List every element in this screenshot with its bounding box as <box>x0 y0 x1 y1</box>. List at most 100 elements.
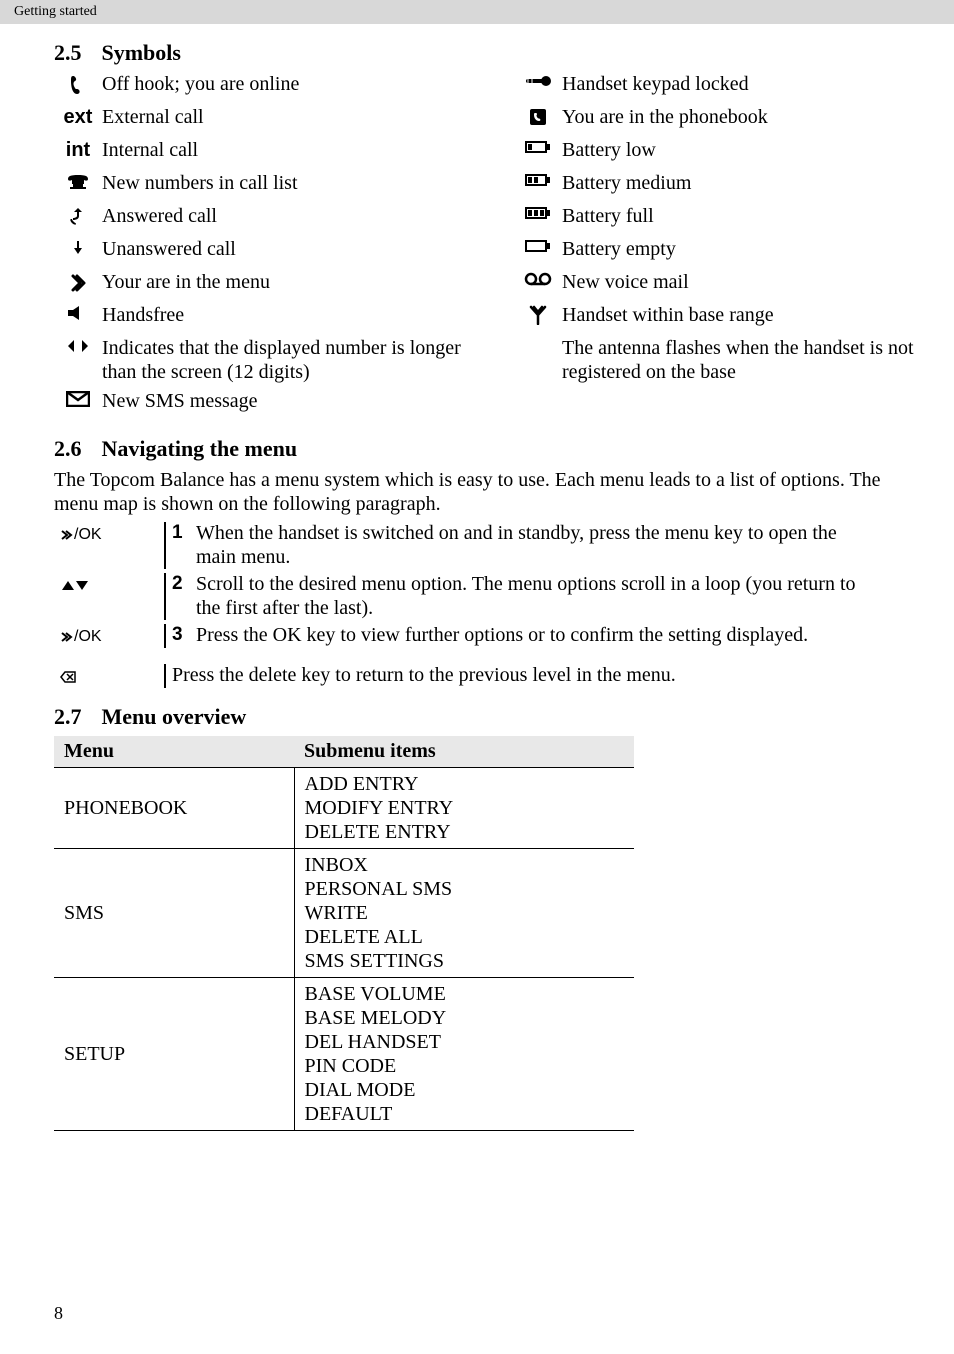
up-down-key <box>54 573 164 595</box>
section-number: 2.6 <box>54 436 82 462</box>
symbol-row: Battery full <box>514 204 914 232</box>
submenu-cell: ADD ENTRYMODIFY ENTRYDELETE ENTRY <box>294 767 634 848</box>
symbol-desc: Battery full <box>562 204 654 228</box>
battery-full-icon <box>514 204 562 220</box>
page-header: Getting started <box>0 0 954 24</box>
symbol-row: Battery empty <box>514 237 914 265</box>
symbols-right-column: Handset keypad locked You are in the pho… <box>514 72 914 422</box>
table-row: SETUPBASE VOLUMEBASE MELODYDEL HANDSETPI… <box>54 977 634 1130</box>
symbol-row: Your are in the menu <box>54 270 474 298</box>
breadcrumb: Getting started <box>14 4 97 19</box>
antenna-icon <box>514 303 562 325</box>
navigating-intro: The Topcom Balance has a menu system whi… <box>54 468 914 516</box>
symbol-desc: The antenna flashes when the handset is … <box>562 336 914 384</box>
section-title: Symbols <box>102 40 181 66</box>
symbol-desc: Answered call <box>102 204 217 228</box>
menu-overview-table: Menu Submenu items PHONEBOOKADD ENTRYMOD… <box>54 736 634 1131</box>
symbol-desc: Handset keypad locked <box>562 72 749 96</box>
symbol-row: Handset within base range <box>514 303 914 331</box>
table-header-menu: Menu <box>54 736 294 768</box>
symbol-desc: Your are in the menu <box>102 270 270 294</box>
step-text: When the handset is switched on and in s… <box>196 522 876 569</box>
scroll-arrows-icon <box>54 336 102 354</box>
section-head-navigating: 2.6 Navigating the menu <box>54 436 914 462</box>
voicemail-icon <box>514 270 562 286</box>
symbol-desc: New voice mail <box>562 270 689 294</box>
menu-ok-key: /OK <box>54 522 164 544</box>
navigation-steps: /OK 1 When the handset is switched on an… <box>54 522 914 688</box>
symbol-row: Handsfree <box>54 303 474 331</box>
symbol-row: ext External call <box>54 105 474 133</box>
symbol-desc: Unanswered call <box>102 237 236 261</box>
step-text: Scroll to the desired menu option. The m… <box>196 573 876 620</box>
symbol-row: Indicates that the displayed number is l… <box>54 336 474 384</box>
phonebook-icon <box>514 105 562 127</box>
symbols-left-column: Off hook; you are online ext External ca… <box>54 72 474 422</box>
new-numbers-icon <box>54 171 102 191</box>
symbol-row: Handset keypad locked <box>514 72 914 100</box>
menu-cell: SETUP <box>54 977 294 1130</box>
symbol-row: You are in the phonebook <box>514 105 914 133</box>
handsfree-icon <box>54 303 102 321</box>
symbol-row: New SMS message <box>54 389 474 417</box>
menu-cell: PHONEBOOK <box>54 767 294 848</box>
submenu-cell: INBOXPERSONAL SMSWRITEDELETE ALLSMS SETT… <box>294 848 634 977</box>
symbol-desc: Internal call <box>102 138 198 162</box>
symbol-desc: Handset within base range <box>562 303 774 327</box>
symbol-row: Battery low <box>514 138 914 166</box>
table-header-submenu: Submenu items <box>294 736 634 768</box>
section-number: 2.5 <box>54 40 82 66</box>
symbols-columns: Off hook; you are online ext External ca… <box>54 72 914 422</box>
symbol-row: Unanswered call <box>54 237 474 265</box>
unanswered-call-icon <box>54 237 102 255</box>
symbol-row: int Internal call <box>54 138 474 166</box>
battery-low-icon <box>514 138 562 154</box>
symbol-desc: Indicates that the displayed number is l… <box>102 336 474 384</box>
nav-step-row: /OK 3 Press the OK key to view further o… <box>54 624 914 648</box>
symbol-desc: Handsfree <box>102 303 184 327</box>
keypad-lock-icon <box>514 72 562 88</box>
symbol-desc: Off hook; you are online <box>102 72 299 96</box>
symbol-row: Answered call <box>54 204 474 232</box>
blank-icon <box>514 336 562 338</box>
table-row: SMSINBOXPERSONAL SMSWRITEDELETE ALLSMS S… <box>54 848 634 977</box>
section-head-overview: 2.7 Menu overview <box>54 704 914 730</box>
symbol-desc: Battery empty <box>562 237 676 261</box>
section-title: Navigating the menu <box>102 436 298 462</box>
section-number: 2.7 <box>54 704 82 730</box>
menu-icon <box>54 270 102 294</box>
symbol-row: New voice mail <box>514 270 914 298</box>
submenu-cell: BASE VOLUMEBASE MELODYDEL HANDSETPIN COD… <box>294 977 634 1130</box>
symbol-row: Off hook; you are online <box>54 72 474 100</box>
step-number: 3 <box>172 624 196 648</box>
symbol-desc: New SMS message <box>102 389 258 413</box>
menu-ok-key: /OK <box>54 624 164 646</box>
answered-call-icon <box>54 204 102 226</box>
symbol-desc: Battery medium <box>562 171 691 195</box>
delete-key <box>54 664 164 686</box>
off-hook-icon <box>54 72 102 96</box>
symbol-row: New numbers in call list <box>54 171 474 199</box>
section-head-symbols: 2.5 Symbols <box>54 40 914 66</box>
symbol-desc: Battery low <box>562 138 656 162</box>
section-title: Menu overview <box>102 704 247 730</box>
nav-step-row: /OK 1 When the handset is switched on an… <box>54 522 914 569</box>
nav-step-row: 2 Scroll to the desired menu option. The… <box>54 573 914 620</box>
symbol-desc: External call <box>102 105 204 129</box>
symbol-desc: You are in the phonebook <box>562 105 768 129</box>
step-number: 2 <box>172 573 196 620</box>
step-text: Press the delete key to return to the pr… <box>172 664 676 688</box>
battery-medium-icon <box>514 171 562 187</box>
envelope-icon <box>54 389 102 407</box>
symbol-row: Battery medium <box>514 171 914 199</box>
page-number: 8 <box>54 1303 63 1324</box>
nav-step-row: Press the delete key to return to the pr… <box>54 664 914 688</box>
symbol-desc: New numbers in call list <box>102 171 298 195</box>
table-row: PHONEBOOKADD ENTRYMODIFY ENTRYDELETE ENT… <box>54 767 634 848</box>
step-number: 1 <box>172 522 196 569</box>
battery-empty-icon <box>514 237 562 253</box>
step-text: Press the OK key to view further options… <box>196 624 808 648</box>
symbol-row: The antenna flashes when the handset is … <box>514 336 914 384</box>
int-text-icon: int <box>54 138 102 160</box>
page-content: 2.5 Symbols Off hook; you are online ext… <box>0 24 954 1131</box>
